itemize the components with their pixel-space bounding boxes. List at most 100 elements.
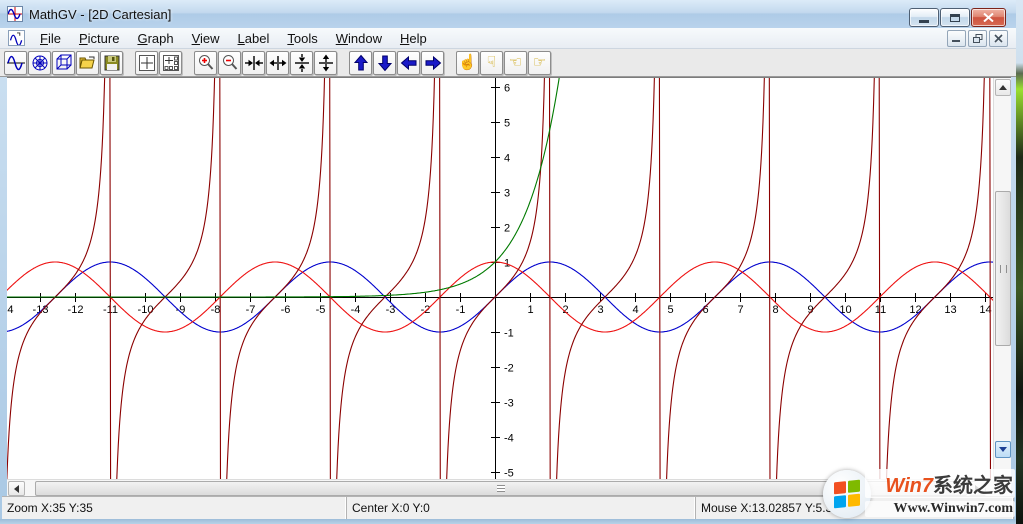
status-zoom: Zoom X:35 Y:35	[2, 497, 347, 519]
close-button[interactable]	[971, 8, 1006, 27]
menu-bar: File Picture Graph View Label Tools Wind…	[0, 28, 1016, 49]
drag-hand-right-button[interactable]: ☞	[528, 51, 551, 75]
compress-x-icon	[245, 54, 263, 72]
arrow-right-icon	[424, 54, 442, 72]
menu-picture[interactable]: Picture	[70, 29, 128, 48]
scroll-right-button[interactable]	[421, 51, 444, 75]
svg-text:-3: -3	[504, 398, 514, 410]
mdi-close-button[interactable]	[989, 30, 1008, 47]
open-folder-icon	[79, 54, 97, 72]
expand-x-axis-button[interactable]	[266, 51, 289, 75]
svg-text:8: 8	[772, 304, 778, 316]
svg-text:11: 11	[875, 304, 886, 316]
scroll-up-button[interactable]	[349, 51, 372, 75]
hand-up-icon: ☝	[458, 55, 477, 70]
scrollbar-up-arrow[interactable]	[995, 79, 1011, 96]
expand-x-icon	[269, 54, 287, 72]
mdi-child-icon[interactable]	[8, 30, 25, 46]
hand-down-icon: ☟	[487, 55, 496, 70]
menu-tools[interactable]: Tools	[278, 29, 326, 48]
compress-x-axis-button[interactable]	[242, 51, 265, 75]
svg-text:4: 4	[504, 153, 510, 165]
vertical-scrollbar[interactable]	[993, 78, 1011, 479]
minimize-icon	[919, 20, 929, 23]
compress-y-axis-button[interactable]	[290, 51, 313, 75]
menu-graph[interactable]: Graph	[128, 29, 182, 48]
single-panel-icon	[138, 54, 156, 72]
svg-text:6: 6	[504, 83, 510, 95]
toolbar: ☝ ☟ ☜ ☞	[0, 49, 1016, 77]
scrollbar-down-arrow[interactable]	[995, 441, 1011, 458]
3d-graph-button[interactable]	[52, 51, 75, 75]
svg-text:-12: -12	[68, 304, 84, 316]
menu-file[interactable]: File	[31, 29, 70, 48]
mdi-restore-icon	[973, 34, 983, 44]
svg-text:13: 13	[944, 304, 956, 316]
plot-canvas[interactable]: -14-13-12-11-10-9-8-7-6-5-4-3-2-11234567…	[7, 78, 993, 479]
mdi-close-icon	[994, 34, 1003, 43]
menu-help[interactable]: Help	[391, 29, 436, 48]
thumb-grip	[497, 485, 505, 492]
left-triangle-icon	[14, 485, 19, 493]
3d-graph-icon	[55, 54, 73, 72]
watermark: Win7系统之家 Www.Winwin7.com	[825, 467, 1015, 523]
svg-text:1: 1	[527, 304, 533, 316]
mdi-minimize-button[interactable]	[947, 30, 966, 47]
zoom-in-icon	[197, 54, 215, 72]
up-triangle-icon	[999, 85, 1007, 90]
maximize-button[interactable]	[940, 8, 970, 27]
compress-y-icon	[293, 54, 311, 72]
app-icon	[7, 6, 23, 22]
svg-text:5: 5	[667, 304, 673, 316]
svg-text:3: 3	[597, 304, 603, 316]
function-graph-icon	[7, 54, 25, 72]
zoom-in-button[interactable]	[194, 51, 217, 75]
mathgv-logo-icon	[8, 7, 22, 21]
thumb-grip	[1000, 265, 1007, 273]
svg-text:-10: -10	[138, 304, 154, 316]
svg-text:-1: -1	[456, 304, 466, 316]
svg-text:-4: -4	[504, 433, 514, 445]
mdi-restore-button[interactable]	[968, 30, 987, 47]
drag-hand-left-button[interactable]: ☜	[504, 51, 527, 75]
watermark-logo	[823, 470, 871, 518]
scroll-left-button[interactable]	[397, 51, 420, 75]
svg-text:-2: -2	[504, 363, 514, 375]
svg-text:-14: -14	[7, 304, 13, 316]
arrow-down-icon	[376, 54, 394, 72]
multi-panel-icon	[162, 54, 180, 72]
desktop-background-edge	[1016, 0, 1023, 524]
mdi-minimize-icon	[952, 34, 961, 43]
svg-text:7: 7	[737, 304, 743, 316]
scrollbar-left-arrow[interactable]	[8, 481, 25, 496]
title-bar[interactable]: MathGV - [2D Cartesian]	[0, 0, 1016, 28]
svg-text:3: 3	[504, 188, 510, 200]
expand-y-axis-button[interactable]	[314, 51, 337, 75]
svg-text:-8: -8	[211, 304, 221, 316]
drag-hand-down-button[interactable]: ☟	[480, 51, 503, 75]
watermark-title: Win7系统之家	[865, 469, 1015, 498]
scroll-down-button[interactable]	[373, 51, 396, 75]
arrow-left-icon	[400, 54, 418, 72]
single-graph-panel-button[interactable]	[135, 51, 158, 75]
function-graph-button[interactable]	[4, 51, 27, 75]
svg-text:-6: -6	[281, 304, 291, 316]
windows-flag-icon	[834, 480, 860, 509]
polar-graph-icon	[31, 54, 49, 72]
polar-graph-button[interactable]	[28, 51, 51, 75]
menu-label[interactable]: Label	[229, 29, 279, 48]
hand-left-icon: ☜	[509, 55, 522, 70]
minimize-button[interactable]	[909, 8, 939, 27]
svg-text:-7: -7	[246, 304, 256, 316]
svg-text:10: 10	[839, 304, 851, 316]
svg-text:2: 2	[504, 223, 510, 235]
drag-hand-up-button[interactable]: ☝	[456, 51, 479, 75]
menu-view[interactable]: View	[183, 29, 229, 48]
vertical-scrollbar-thumb[interactable]	[995, 191, 1011, 346]
open-file-button[interactable]	[76, 51, 99, 75]
menu-window[interactable]: Window	[327, 29, 391, 48]
save-file-button[interactable]	[100, 51, 123, 75]
multi-graph-panel-button[interactable]	[159, 51, 182, 75]
zoom-out-button[interactable]	[218, 51, 241, 75]
svg-text:5: 5	[504, 118, 510, 130]
